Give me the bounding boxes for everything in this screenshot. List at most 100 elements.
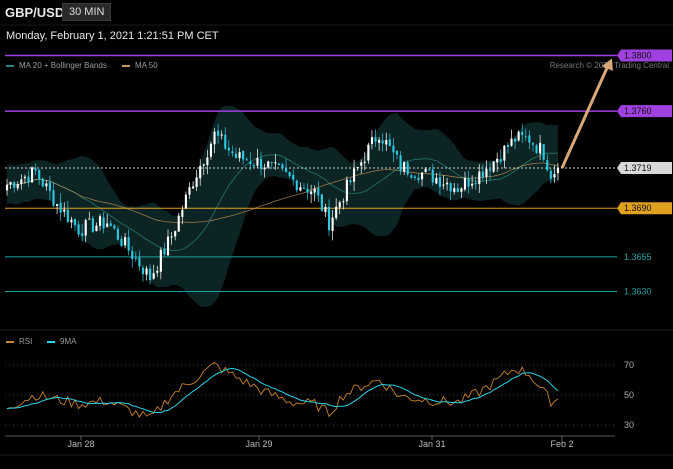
candle-body [56, 204, 59, 206]
candle-body [367, 144, 370, 161]
candle-body [163, 249, 166, 255]
candle-body [385, 140, 388, 145]
candle-body [438, 177, 441, 187]
candle-body [66, 209, 69, 223]
projection-line [560, 62, 611, 169]
rsi-tick-70: 70 [624, 360, 634, 370]
candle-body [503, 145, 506, 161]
candle-body [395, 151, 399, 155]
candle-body [517, 131, 520, 141]
candle-body [45, 183, 48, 187]
candle-body [285, 168, 288, 173]
candle-body [446, 182, 449, 185]
level-label-1-3760: 1.3760 [624, 106, 652, 116]
candle-body [403, 162, 406, 172]
candle-body [245, 159, 248, 161]
candle-body [435, 177, 438, 184]
x-tick-label: Feb 2 [550, 439, 573, 449]
candle-body [91, 218, 94, 232]
candle-body [116, 228, 119, 240]
candle-body [209, 143, 213, 157]
candle-body [191, 186, 195, 189]
candle-body [27, 176, 30, 183]
candle-body [98, 216, 102, 226]
candle-body [302, 187, 306, 189]
candle-body [474, 183, 477, 185]
bollinger-band-fill [7, 105, 558, 307]
candle-body [88, 218, 91, 220]
candle-body [145, 268, 148, 275]
candle-body [524, 136, 527, 138]
x-axis: Jan 28 Jan 29 Jan 31 Feb 2 [5, 435, 615, 449]
bollinger-bands [7, 105, 558, 307]
candle-body [313, 188, 316, 193]
candle-body [234, 153, 238, 158]
candle-body [141, 267, 145, 275]
candle-body [481, 171, 484, 178]
candle-body [5, 184, 9, 191]
candle-body [460, 188, 463, 192]
candle-body [485, 168, 488, 177]
rsi-tick-50: 50 [624, 390, 634, 400]
candle-body [113, 225, 116, 229]
candle-body [345, 179, 348, 202]
candle-body [199, 166, 202, 179]
level-label-1-3800: 1.3800 [624, 51, 652, 61]
candle-body [442, 184, 445, 186]
candle-body [352, 168, 356, 182]
candle-body [181, 209, 184, 218]
candle-body [370, 137, 374, 144]
candle-body [431, 169, 434, 183]
candle-body [381, 140, 384, 144]
candle-body [496, 158, 499, 163]
candle-body [152, 273, 155, 279]
projection-arrow [560, 58, 613, 169]
candle-body [227, 147, 230, 151]
candle-body [492, 161, 495, 172]
chart-canvas[interactable]: 1.3800 1.3760 1.3719 1.3690 1.3655 1.3630 70 5… [0, 0, 673, 469]
candle-body [360, 162, 363, 166]
candle-body [34, 168, 37, 171]
candle-body [206, 157, 209, 166]
candle-body [553, 174, 556, 178]
x-tick-label: Jan 31 [418, 439, 445, 449]
candle-body [349, 180, 352, 183]
candle-body [48, 182, 52, 191]
candle-body [292, 174, 295, 180]
x-tick-label: Jan 29 [245, 439, 272, 449]
candle-body [106, 223, 109, 227]
candle-body [177, 215, 180, 232]
candle-body [299, 187, 302, 191]
candle-body [120, 238, 123, 247]
candle-body [59, 202, 62, 213]
candle-body [270, 161, 273, 163]
candle-body [546, 160, 549, 171]
candle-body [506, 144, 509, 148]
candle-body [378, 139, 381, 143]
candle-body [124, 237, 127, 246]
candle-body [420, 172, 424, 180]
candle-body [521, 131, 524, 136]
candle-body [317, 187, 320, 196]
rsi-line [6, 361, 559, 418]
candle-body [249, 161, 252, 165]
candle-body [38, 169, 41, 179]
candle-body [220, 134, 223, 136]
candle-body [310, 191, 313, 194]
candle-body [231, 151, 234, 154]
candle-body [202, 164, 205, 166]
candle-body [263, 167, 266, 170]
candle-body [256, 158, 259, 166]
candle-body [20, 179, 23, 185]
candle-body [156, 270, 159, 273]
candle-body [388, 139, 391, 146]
candle-body [134, 257, 137, 259]
candle-body [399, 155, 402, 172]
candle-body [331, 217, 334, 231]
candle-body [52, 190, 55, 206]
candle-body [499, 159, 502, 162]
candle-body [224, 134, 227, 149]
candle-body [259, 158, 263, 170]
candle-body [13, 182, 16, 188]
candle-body [63, 209, 66, 212]
